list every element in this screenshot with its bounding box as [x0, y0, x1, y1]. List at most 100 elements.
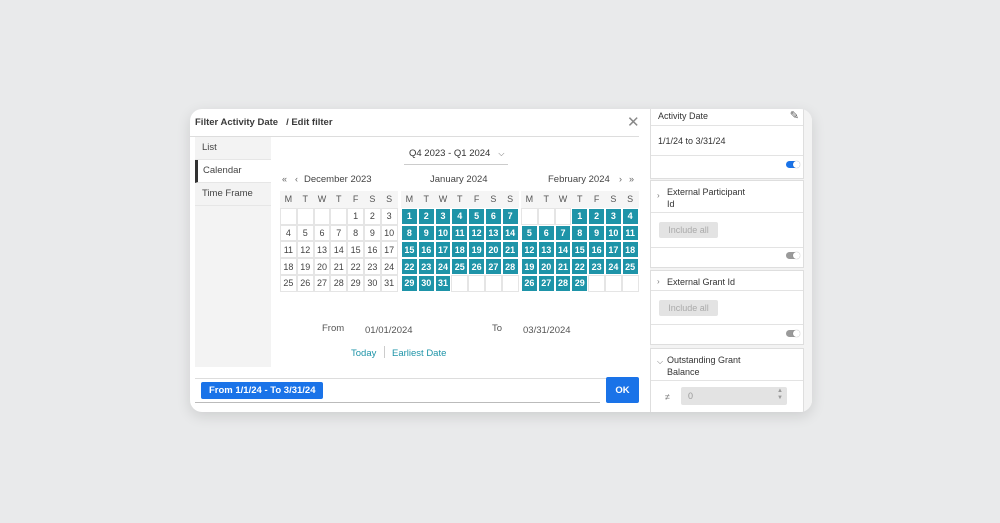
- selected-day-cell[interactable]: 31: [434, 274, 452, 292]
- day-cell[interactable]: 7: [330, 224, 348, 242]
- chevron-right-icon[interactable]: ›: [657, 277, 660, 286]
- selected-day-cell[interactable]: 13: [484, 224, 502, 242]
- day-cell[interactable]: 2: [363, 207, 381, 225]
- selected-day-cell[interactable]: 23: [588, 258, 605, 275]
- chevron-right-icon[interactable]: ›: [657, 191, 660, 200]
- day-cell[interactable]: 9: [363, 224, 381, 242]
- selected-day-cell[interactable]: 2: [588, 207, 605, 225]
- selected-day-cell[interactable]: 10: [604, 224, 622, 242]
- selected-day-cell[interactable]: 20: [537, 258, 555, 275]
- selected-day-cell[interactable]: 21: [554, 258, 572, 275]
- day-cell[interactable]: 20: [313, 258, 331, 275]
- selected-day-cell[interactable]: 14: [501, 224, 519, 242]
- selected-day-cell[interactable]: 3: [604, 207, 622, 225]
- selected-day-cell[interactable]: 10: [434, 224, 452, 242]
- selected-day-cell[interactable]: 15: [571, 241, 589, 259]
- day-cell[interactable]: 12: [296, 241, 314, 259]
- day-cell[interactable]: 5: [296, 224, 314, 242]
- day-cell[interactable]: 13: [313, 241, 331, 259]
- day-cell[interactable]: 3: [380, 207, 398, 225]
- selected-day-cell[interactable]: 9: [417, 224, 435, 242]
- tab-list[interactable]: List: [195, 137, 271, 160]
- selected-day-cell[interactable]: 17: [434, 241, 452, 259]
- selected-day-cell[interactable]: 4: [451, 207, 469, 225]
- selected-day-cell[interactable]: 16: [417, 241, 435, 259]
- day-cell[interactable]: 4: [280, 224, 297, 242]
- external-grant-toggle[interactable]: [786, 330, 800, 337]
- day-cell[interactable]: 18: [280, 258, 297, 275]
- selected-day-cell[interactable]: 23: [417, 258, 435, 275]
- day-cell[interactable]: 27: [313, 274, 331, 292]
- day-cell[interactable]: 29: [347, 274, 364, 292]
- selected-day-cell[interactable]: 20: [484, 241, 502, 259]
- day-cell[interactable]: 15: [347, 241, 364, 259]
- selected-day-cell[interactable]: 11: [621, 224, 639, 242]
- day-cell[interactable]: 25: [280, 274, 297, 292]
- day-cell[interactable]: 8: [347, 224, 364, 242]
- earliest-date-link[interactable]: Earliest Date: [392, 348, 446, 359]
- selected-day-cell[interactable]: 22: [571, 258, 589, 275]
- selected-day-cell[interactable]: 24: [434, 258, 452, 275]
- tab-time-frame[interactable]: Time Frame: [195, 183, 271, 206]
- selected-day-cell[interactable]: 28: [501, 258, 519, 275]
- selected-day-cell[interactable]: 28: [554, 274, 572, 292]
- next-year-icon[interactable]: »: [629, 174, 634, 184]
- selected-day-cell[interactable]: 14: [554, 241, 572, 259]
- day-cell[interactable]: 31: [380, 274, 398, 292]
- tab-calendar[interactable]: Calendar: [195, 160, 271, 183]
- selected-day-cell[interactable]: 13: [537, 241, 555, 259]
- selected-day-cell[interactable]: 26: [468, 258, 485, 275]
- day-cell[interactable]: 21: [330, 258, 348, 275]
- selected-day-cell[interactable]: 25: [451, 258, 469, 275]
- include-all-button[interactable]: Include all: [659, 300, 718, 316]
- day-cell[interactable]: 22: [347, 258, 364, 275]
- selected-day-cell[interactable]: 18: [621, 241, 639, 259]
- selected-day-cell[interactable]: 4: [621, 207, 639, 225]
- day-cell[interactable]: 6: [313, 224, 331, 242]
- close-icon[interactable]: ✕: [627, 113, 640, 131]
- to-date-field[interactable]: 03/31/2024: [523, 325, 571, 336]
- selected-day-cell[interactable]: 29: [571, 274, 589, 292]
- date-range-chip[interactable]: From 1/1/24 - To 3/31/24: [201, 382, 324, 399]
- selected-day-cell[interactable]: 6: [484, 207, 502, 225]
- day-cell[interactable]: 11: [280, 241, 297, 259]
- selected-day-cell[interactable]: 12: [521, 241, 538, 259]
- selected-day-cell[interactable]: 19: [521, 258, 538, 275]
- day-cell[interactable]: 24: [380, 258, 398, 275]
- selected-day-cell[interactable]: 17: [604, 241, 622, 259]
- selected-day-cell[interactable]: 1: [401, 207, 418, 225]
- selected-day-cell[interactable]: 9: [588, 224, 605, 242]
- day-cell[interactable]: 19: [296, 258, 314, 275]
- from-date-field[interactable]: 01/01/2024: [365, 325, 413, 336]
- selected-day-cell[interactable]: 15: [401, 241, 418, 259]
- selected-day-cell[interactable]: 29: [401, 274, 418, 292]
- selected-day-cell[interactable]: 7: [501, 207, 519, 225]
- day-cell[interactable]: 16: [363, 241, 381, 259]
- prev-month-icon[interactable]: ‹: [295, 174, 298, 184]
- ok-button[interactable]: OK: [606, 377, 639, 403]
- day-cell[interactable]: 10: [380, 224, 398, 242]
- selected-day-cell[interactable]: 26: [521, 274, 538, 292]
- day-cell[interactable]: 30: [363, 274, 381, 292]
- day-cell[interactable]: 1: [347, 207, 364, 225]
- selected-day-cell[interactable]: 18: [451, 241, 469, 259]
- selected-day-cell[interactable]: 24: [604, 258, 622, 275]
- selected-day-cell[interactable]: 27: [484, 258, 502, 275]
- selected-day-cell[interactable]: 21: [501, 241, 519, 259]
- day-cell[interactable]: 26: [296, 274, 314, 292]
- selected-day-cell[interactable]: 30: [417, 274, 435, 292]
- selected-day-cell[interactable]: 25: [621, 258, 639, 275]
- day-cell[interactable]: 23: [363, 258, 381, 275]
- day-cell[interactable]: 28: [330, 274, 348, 292]
- include-all-button[interactable]: Include all: [659, 222, 718, 238]
- next-month-icon[interactable]: ›: [619, 174, 622, 184]
- selected-day-cell[interactable]: 11: [451, 224, 469, 242]
- pencil-icon[interactable]: ✎: [790, 109, 799, 122]
- selected-day-cell[interactable]: 1: [571, 207, 589, 225]
- selected-day-cell[interactable]: 27: [537, 274, 555, 292]
- selected-day-cell[interactable]: 5: [521, 224, 538, 242]
- stepper-icon[interactable]: ▲ ▼: [777, 388, 783, 402]
- selected-day-cell[interactable]: 12: [468, 224, 485, 242]
- selected-day-cell[interactable]: 3: [434, 207, 452, 225]
- balance-input[interactable]: 0 ▲ ▼: [681, 387, 787, 405]
